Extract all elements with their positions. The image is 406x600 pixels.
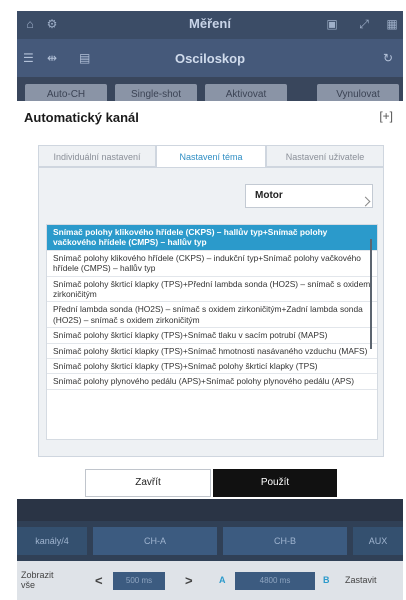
marker-a-label: A (219, 575, 226, 585)
control-bar: Zobrazit vše < 500 ms > A 4800 ms B Zast… (17, 561, 403, 600)
list-item[interactable]: Snímač polohy klikového hřídele (CKPS) –… (47, 251, 377, 277)
expand-icon[interactable]: [+] (379, 109, 393, 123)
range-value[interactable]: 4800 ms (235, 572, 315, 590)
screenshot-icon[interactable]: ▣ (325, 17, 339, 31)
sub-bar: ☰ ⇹ ▤ Osciloskop ↻ (17, 39, 403, 77)
dialog-title: Automatický kanál (24, 110, 139, 125)
tab-individual[interactable]: Individuální nastavení (38, 145, 156, 167)
tab-theme[interactable]: Nastavení téma (156, 145, 266, 167)
channel-bar: kanály/4 CH-A CH-B AUX (17, 521, 403, 561)
close-button[interactable]: Zavřít (85, 469, 211, 497)
next-icon[interactable]: > (185, 573, 193, 588)
fullscreen-icon[interactable]: ⤢ (357, 17, 371, 31)
section-title: Osciloskop (174, 51, 246, 66)
marker-b-label: B (323, 575, 330, 585)
auto-channel-dialog: Automatický kanál [+] Individuální nasta… (17, 101, 403, 499)
list-scrollbar[interactable] (370, 239, 372, 349)
preset-list: Snímač polohy klikového hřídele (CKPS) –… (46, 224, 378, 440)
stop-button[interactable]: Zastavit (345, 575, 377, 585)
prev-icon[interactable]: < (95, 573, 103, 588)
list-item[interactable]: Snímač polohy škrticí klapky (TPS)+Sníma… (47, 328, 377, 344)
tab-user[interactable]: Nastavení uživatele (266, 145, 384, 167)
time-value[interactable]: 500 ms (113, 572, 165, 590)
list-item[interactable]: Snímač polohy škrticí klapky (TPS)+Předn… (47, 277, 377, 303)
aux-button[interactable]: AUX (353, 527, 403, 555)
category-select-value: Motor (255, 190, 283, 201)
show-all-button[interactable]: Zobrazit vše (21, 570, 65, 590)
list-item[interactable]: Snímač polohy škrticí klapky (TPS)+Sníma… (47, 344, 377, 360)
channel-b-button[interactable]: CH-B (223, 527, 347, 555)
list-item[interactable]: Přední lambda sonda (HO2S) – snímač s ox… (47, 302, 377, 329)
channels-label[interactable]: kanály/4 (17, 527, 87, 555)
list-item[interactable]: Snímač polohy škrticí klapky (TPS)+Sníma… (47, 359, 377, 375)
list-item[interactable]: Snímač polohy klikového hřídele (CKPS) –… (47, 225, 377, 251)
page-title: Měření (189, 16, 231, 31)
dropdown-caret-icon (360, 196, 371, 207)
top-bar: ⌂ ⚙ Měření ▣ ⤢ ▦ (17, 11, 403, 39)
grid-icon[interactable]: ▦ (385, 17, 399, 31)
apply-button[interactable]: Použít (213, 469, 337, 497)
tab-bar: Individuální nastavení Nastavení téma Na… (38, 145, 384, 167)
app-frame: ⌂ ⚙ Měření ▣ ⤢ ▦ ☰ ⇹ ▤ Osciloskop ↻ Auto… (17, 11, 403, 600)
channel-a-button[interactable]: CH-A (93, 527, 217, 555)
category-select[interactable]: Motor (245, 184, 373, 208)
tab-panel: Motor Snímač polohy klikového hřídele (C… (38, 167, 384, 457)
list-item[interactable]: Snímač polohy plynového pedálu (APS)+Sní… (47, 374, 377, 390)
dialog-footer: Zavřít Použít (17, 461, 403, 499)
refresh-icon[interactable]: ↻ (383, 51, 393, 65)
